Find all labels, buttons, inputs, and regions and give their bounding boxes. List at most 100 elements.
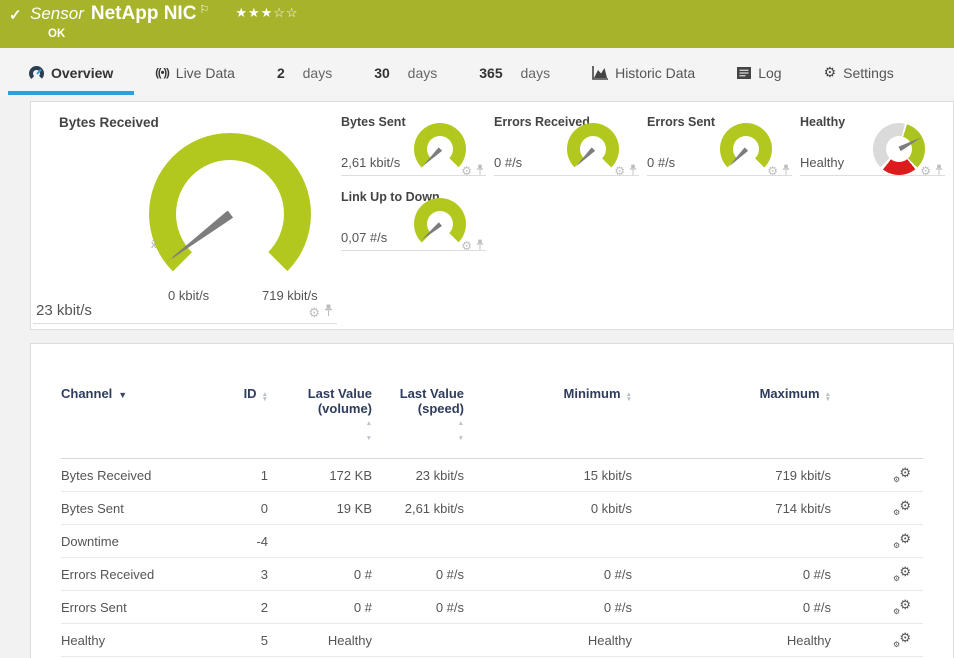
small-gauge	[873, 123, 925, 175]
minimum-value: 0 kbit/s	[464, 501, 632, 516]
last-value-speed: 23 kbit/s	[372, 468, 464, 483]
channel-settings-icon[interactable]: ⚙⚙	[893, 598, 911, 614]
ok-check-icon: ✓	[9, 6, 22, 24]
last-value-volume: 172 KB	[268, 468, 372, 483]
table-row[interactable]: Errors Received 3 0 # 0 #/s 0 #/s 0 #/s …	[61, 558, 923, 591]
gauge-title: Healthy	[800, 115, 845, 129]
tab-label: Overview	[51, 65, 113, 81]
pin-icon[interactable]	[782, 162, 790, 180]
gauge-settings-icon[interactable]: ⚙	[461, 165, 472, 177]
small-gauge	[720, 123, 772, 175]
primary-gauge: x̄	[149, 133, 311, 295]
gauges-panel: Bytes Received x̄ 0 kbit/s 719 kbit/s 23…	[30, 101, 954, 330]
maximum-value: Healthy	[632, 633, 831, 648]
gauge-value: Healthy	[800, 155, 844, 170]
log-icon	[737, 67, 751, 79]
pin-icon[interactable]	[629, 162, 637, 180]
pin-icon[interactable]	[324, 303, 333, 321]
gauge-value: 0 #/s	[494, 155, 522, 170]
maximum-value: 0 #/s	[632, 567, 831, 582]
gauge-max-label: 719 kbit/s	[262, 288, 318, 303]
sort-icon[interactable]: ▲▼	[825, 392, 831, 402]
sensor-title: NetApp NIC	[91, 3, 197, 25]
small-gauge	[567, 123, 619, 175]
gauge-settings-icon[interactable]: ⚙	[920, 165, 931, 177]
minimum-value: 0 #/s	[464, 600, 632, 615]
flag-icon[interactable]: ⚐	[199, 3, 209, 16]
column-header-minimum[interactable]: Minimum▲▼	[464, 386, 632, 402]
gauge-min-label: 0 kbit/s	[168, 288, 209, 303]
last-value-speed: 0 #/s	[372, 600, 464, 615]
channel-table-panel: Channel▼ ID▲▼ Last Value (volume)▲▼ Last…	[30, 343, 954, 658]
gauge-cell-errors-received: Errors Received 0 #/s ⚙	[494, 112, 639, 176]
minimum-value: 0 #/s	[464, 567, 632, 582]
pin-icon[interactable]	[935, 162, 943, 180]
channel-settings-icon[interactable]: ⚙⚙	[893, 631, 911, 647]
table-row[interactable]: Bytes Sent 0 19 KB 2,61 kbit/s 0 kbit/s …	[61, 492, 923, 525]
channel-id: -4	[212, 534, 268, 549]
table-row[interactable]: Bytes Received 1 172 KB 23 kbit/s 15 kbi…	[61, 459, 923, 492]
cell-divider	[33, 323, 337, 324]
tab-label: Log	[758, 65, 781, 81]
channel-name[interactable]: Errors Received	[61, 567, 212, 582]
sensor-type-label: Sensor	[30, 4, 84, 24]
tab-overview[interactable]: Overview	[8, 65, 134, 95]
gauge-title: Bytes Sent	[341, 115, 406, 129]
primary-gauge-title: Bytes Received	[59, 115, 159, 130]
tab-log[interactable]: Log	[716, 65, 802, 95]
historic-data-icon	[592, 66, 608, 80]
channel-id: 1	[212, 468, 268, 483]
sort-icon[interactable]: ▲▼	[377, 416, 464, 446]
small-gauge	[414, 198, 466, 250]
gauge-icon	[29, 66, 44, 81]
gauge-cell-link-up-to-down: Link Up to Down 0,07 #/s ⚙	[341, 187, 486, 251]
gauge-value: 2,61 kbit/s	[341, 155, 400, 170]
table-row[interactable]: Downtime -4 ⚙⚙	[61, 525, 923, 558]
star-rating[interactable]: ★★★☆☆	[235, 5, 298, 21]
table-row[interactable]: Healthy 5 Healthy Healthy Healthy ⚙⚙	[61, 624, 923, 657]
channel-settings-icon[interactable]: ⚙⚙	[893, 565, 911, 581]
pin-icon[interactable]	[476, 237, 484, 255]
average-marker: x̄	[151, 239, 157, 251]
table-body: Bytes Received 1 172 KB 23 kbit/s 15 kbi…	[61, 459, 923, 658]
gauge-settings-icon[interactable]: ⚙	[461, 240, 472, 252]
channel-settings-icon[interactable]: ⚙⚙	[893, 499, 911, 515]
column-header-channel[interactable]: Channel▼	[61, 386, 212, 401]
tab-label: Historic Data	[615, 65, 695, 81]
gauge-settings-icon[interactable]: ⚙	[614, 165, 625, 177]
tab-historic-data[interactable]: Historic Data	[571, 65, 716, 95]
table-row[interactable]: Errors Sent 2 0 # 0 #/s 0 #/s 0 #/s ⚙⚙	[61, 591, 923, 624]
minimum-value: 15 kbit/s	[464, 468, 632, 483]
gauge-settings-icon[interactable]: ⚙	[767, 165, 778, 177]
tab-2-days[interactable]: 2 days	[256, 65, 353, 95]
tab-30-days[interactable]: 30 days	[353, 65, 458, 95]
column-header-last-value-speed[interactable]: Last Value (speed)▲▼	[372, 386, 464, 446]
sensor-header: ✓ Sensor NetApp NIC ⚐ ★★★☆☆ OK	[0, 0, 954, 48]
gauge-cell-healthy: Healthy Healthy ⚙	[800, 112, 945, 176]
minimum-value: Healthy	[464, 633, 632, 648]
gauge-value: 0,07 #/s	[341, 230, 387, 245]
sort-desc-icon[interactable]: ▼	[118, 390, 127, 400]
channel-id: 5	[212, 633, 268, 648]
pin-icon[interactable]	[476, 162, 484, 180]
last-value-speed: 0 #/s	[372, 567, 464, 582]
column-header-id[interactable]: ID▲▼	[212, 386, 268, 402]
column-header-maximum[interactable]: Maximum▲▼	[632, 386, 831, 402]
channel-settings-icon[interactable]: ⚙⚙	[893, 466, 911, 482]
channel-settings-icon[interactable]: ⚙⚙	[893, 532, 911, 548]
tab-365-days[interactable]: 365 days	[458, 65, 571, 95]
channel-name[interactable]: Bytes Sent	[61, 501, 212, 516]
channel-name[interactable]: Errors Sent	[61, 600, 212, 615]
sort-icon[interactable]: ▲▼	[273, 416, 372, 446]
channel-name[interactable]: Healthy	[61, 633, 212, 648]
gauge-value: 0 #/s	[647, 155, 675, 170]
last-value-volume: 0 #	[268, 567, 372, 582]
channel-name[interactable]: Bytes Received	[61, 468, 212, 483]
tab-live-data[interactable]: ((•)) Live Data	[134, 65, 256, 95]
small-gauges-grid: Bytes Sent 2,61 kbit/s ⚙ Errors Received…	[341, 112, 953, 251]
channel-name[interactable]: Downtime	[61, 534, 212, 549]
gauge-settings-icon[interactable]: ⚙	[308, 306, 320, 319]
tab-settings[interactable]: ⚙ Settings	[803, 64, 915, 95]
gauge-cell-errors-sent: Errors Sent 0 #/s ⚙	[647, 112, 792, 176]
column-header-last-value-volume[interactable]: Last Value (volume)▲▼	[268, 386, 372, 446]
